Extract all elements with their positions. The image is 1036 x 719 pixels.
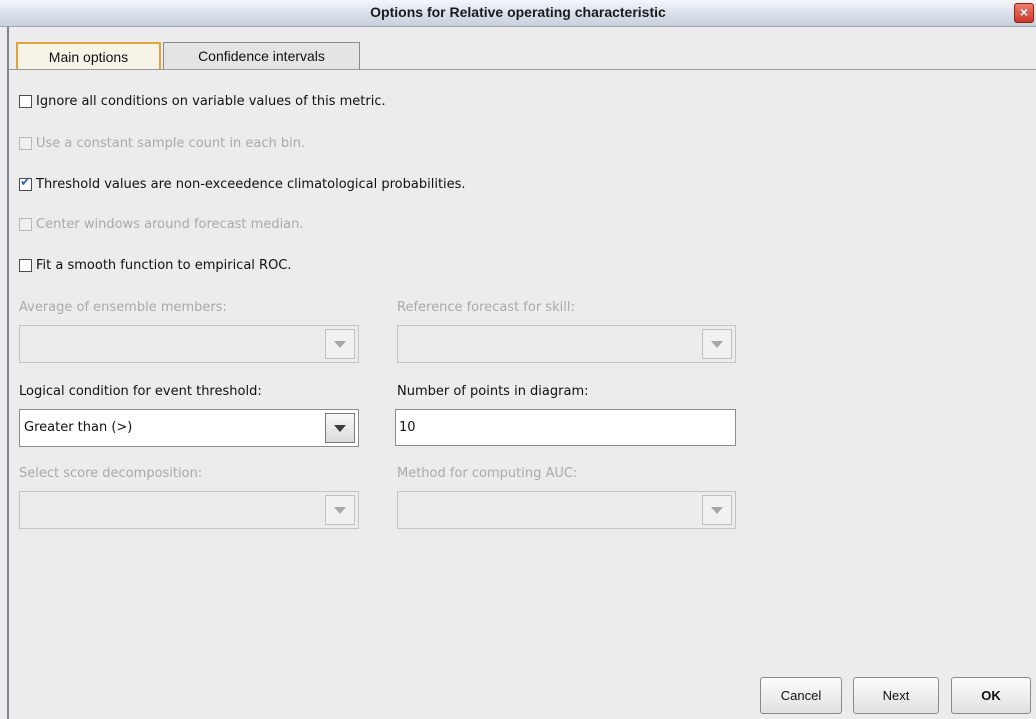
fit-smooth-checkbox[interactable] xyxy=(19,258,32,272)
num-points-input[interactable] xyxy=(395,409,736,446)
window-frame-left xyxy=(7,27,9,719)
fit-smooth-label: Fit a smooth function to empirical ROC. xyxy=(36,257,292,273)
tab-panel-border xyxy=(9,69,1036,70)
ok-button[interactable]: OK xyxy=(951,677,1031,714)
logical-condition-value: Greater than (>) xyxy=(24,420,133,435)
checkbox-row-center-windows: Center windows around forecast median. xyxy=(19,214,304,234)
chevron-down-icon xyxy=(702,495,732,525)
average-ensemble-label: Average of ensemble members: xyxy=(19,300,227,315)
cancel-button[interactable]: Cancel xyxy=(760,677,842,714)
ignore-conditions-checkbox[interactable] xyxy=(19,94,32,108)
title-bar: Options for Relative operating character… xyxy=(0,0,1036,27)
chevron-down-icon xyxy=(325,329,355,359)
logical-condition-combo[interactable]: Greater than (>) xyxy=(19,409,359,447)
reference-forecast-label: Reference forecast for skill: xyxy=(397,300,575,315)
checkbox-row-ignore-conditions[interactable]: Ignore all conditions on variable values… xyxy=(19,91,386,111)
center-windows-checkbox xyxy=(19,217,32,231)
chevron-down-icon xyxy=(702,329,732,359)
next-button[interactable]: Next xyxy=(853,677,939,714)
chevron-down-icon xyxy=(325,495,355,525)
num-points-label: Number of points in diagram: xyxy=(397,384,589,399)
threshold-probabilities-checkbox[interactable]: ✔ xyxy=(19,174,32,191)
checkbox-row-threshold-probabilities[interactable]: ✔ Threshold values are non-exceedence cl… xyxy=(19,174,466,194)
checkbox-row-fit-smooth[interactable]: Fit a smooth function to empirical ROC. xyxy=(19,255,292,275)
threshold-probabilities-label: Threshold values are non-exceedence clim… xyxy=(36,176,466,192)
average-ensemble-combo xyxy=(19,325,359,363)
constant-sample-checkbox xyxy=(19,136,32,150)
window-title: Options for Relative operating character… xyxy=(370,4,666,20)
constant-sample-label: Use a constant sample count in each bin. xyxy=(36,135,306,151)
ignore-conditions-label: Ignore all conditions on variable values… xyxy=(36,93,386,109)
logical-condition-label: Logical condition for event threshold: xyxy=(19,384,262,399)
auc-method-combo xyxy=(397,491,736,529)
close-icon[interactable]: × xyxy=(1014,3,1034,23)
check-icon: ✔ xyxy=(20,174,31,190)
auc-method-label: Method for computing AUC: xyxy=(397,466,578,481)
checkbox-row-constant-sample: Use a constant sample count in each bin. xyxy=(19,133,305,153)
tab-main-options[interactable]: Main options xyxy=(16,42,161,69)
score-decomposition-label: Select score decomposition: xyxy=(19,466,203,481)
score-decomposition-combo xyxy=(19,491,359,529)
reference-forecast-combo xyxy=(397,325,736,363)
chevron-down-icon[interactable] xyxy=(325,413,355,443)
tab-confidence-intervals[interactable]: Confidence intervals xyxy=(163,42,360,69)
center-windows-label: Center windows around forecast median. xyxy=(36,216,304,232)
